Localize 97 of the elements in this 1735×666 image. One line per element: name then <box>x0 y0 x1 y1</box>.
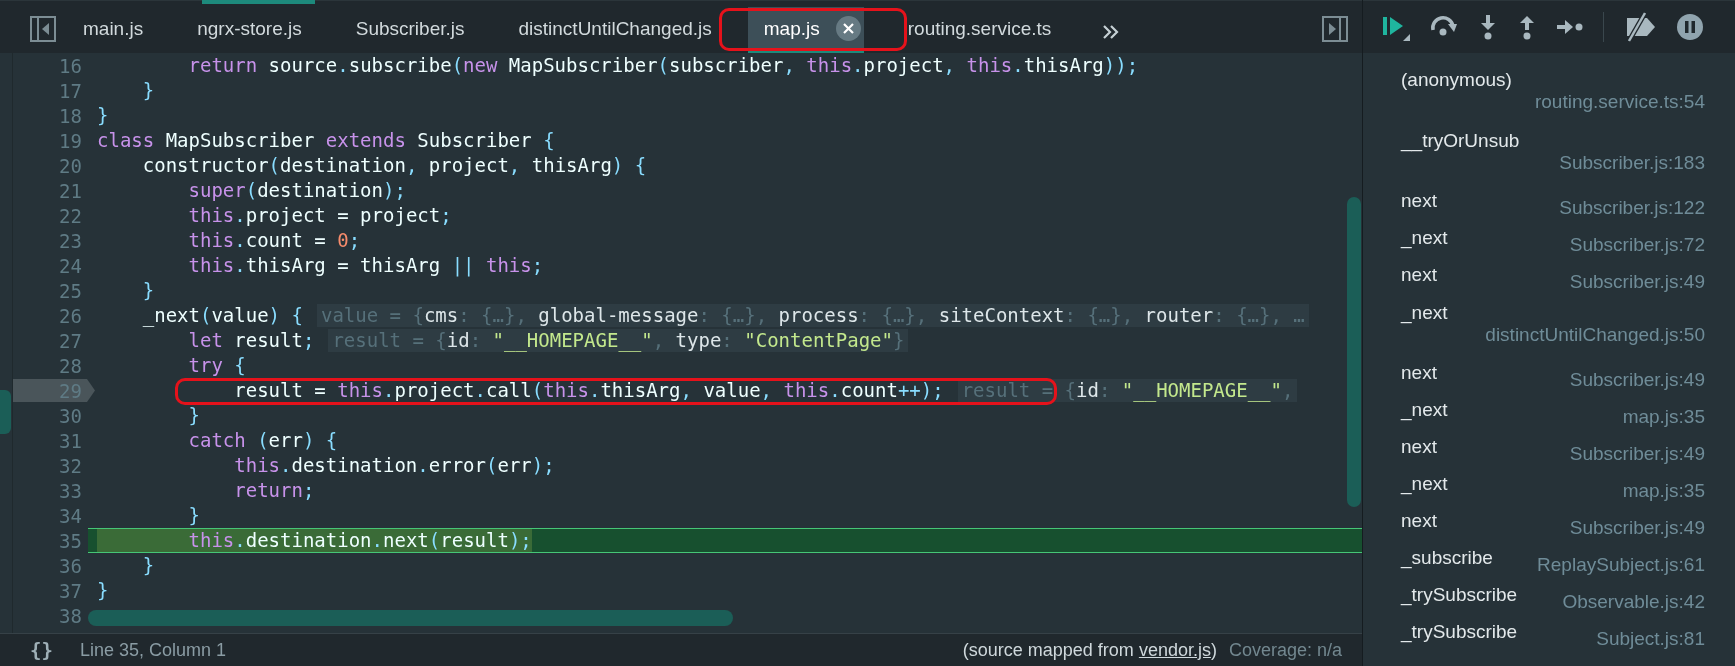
frame-location[interactable]: map.js:35 <box>1622 480 1705 502</box>
line-number: 35 <box>59 529 82 552</box>
scrollbar-thumb[interactable] <box>88 610 733 626</box>
frame-name[interactable]: _next <box>1401 472 1448 495</box>
code-line: } <box>97 579 109 602</box>
source-mapped-note: (source mapped from vendor.js) <box>962 639 1217 661</box>
frame-name[interactable]: next <box>1401 189 1437 212</box>
code-line: let result; <box>187 329 315 352</box>
frame-location[interactable]: Subscriber.js:49 <box>1569 517 1705 539</box>
panel-toggle-icon <box>1322 16 1348 42</box>
panel-toggle-icon <box>30 16 56 42</box>
line-number: 34 <box>59 504 82 527</box>
line-number: 36 <box>59 554 82 577</box>
frame-location[interactable]: Subscriber.js:49 <box>1569 271 1705 293</box>
line-number: 27 <box>59 329 82 352</box>
coverage-label: Coverage: n/a <box>1228 639 1342 661</box>
code-line: this.project = project; <box>187 204 452 227</box>
code-line: _next(value) { <box>141 304 303 327</box>
editor-tab[interactable]: ngrx-store.js <box>170 7 329 53</box>
line-number: 17 <box>59 79 82 102</box>
line-number: 31 <box>59 429 82 452</box>
frame-name[interactable]: _next <box>1401 226 1448 249</box>
line-number: 25 <box>59 279 82 302</box>
frame-name[interactable]: _next <box>1401 301 1705 324</box>
code-line: this.destination.error(err); <box>233 454 555 477</box>
frame-name[interactable]: next <box>1401 435 1437 458</box>
frame-name[interactable]: _subscribe <box>1401 546 1493 569</box>
navigator-toggle-button[interactable] <box>30 16 56 42</box>
frame-name[interactable]: _trySubscribe <box>1401 620 1518 643</box>
editor-tab[interactable]: main.js <box>56 7 171 53</box>
code-line: result = this.project.call(this.thisArg, value, this.count++); <box>233 379 944 402</box>
pause-icon <box>1676 13 1704 41</box>
line-number: 23 <box>59 229 82 252</box>
frame-name[interactable]: _trySubscribe <box>1401 583 1518 606</box>
code-line: return source.subscribe(new MapSubscriber(subscriber, this.project, this.thisArg)); <box>187 54 1139 77</box>
editor-tab[interactable]: map.js <box>747 7 864 53</box>
line-number: 28 <box>59 354 82 377</box>
scrollbar-thumb[interactable] <box>0 390 11 434</box>
code-line: } <box>141 554 155 577</box>
editor-tab[interactable]: Subscriber.js <box>328 7 492 53</box>
frame-location[interactable]: Subject.js:81 <box>1596 628 1705 650</box>
debugger-toggle-button[interactable] <box>1322 16 1348 42</box>
frame-location[interactable]: Subscriber.js:122 <box>1559 197 1705 219</box>
line-number: 33 <box>59 479 82 502</box>
line-number: 26 <box>59 304 82 327</box>
editor-tab[interactable]: distinctUntilChanged.js <box>491 7 739 53</box>
code-line: } <box>141 279 155 302</box>
line-number: 19 <box>59 129 82 152</box>
line-number: 30 <box>59 404 82 427</box>
line-number: 24 <box>59 254 82 277</box>
line-number: 18 <box>59 104 82 127</box>
line-number: 37 <box>59 579 82 602</box>
code-line: class MapSubscriber extends Subscriber { <box>97 129 555 152</box>
line-number: 20 <box>59 154 82 177</box>
frame-location[interactable]: distinctUntilChanged.js:50 <box>1485 323 1705 346</box>
line-number: 22 <box>59 204 82 227</box>
frame-name[interactable]: (anonymous) <box>1401 68 1705 91</box>
frame-name[interactable]: next <box>1401 509 1437 532</box>
line-number: 38 <box>59 604 82 627</box>
code-line: } <box>97 104 109 127</box>
code-line: } <box>187 404 200 427</box>
format-button[interactable]: {} <box>30 639 53 661</box>
cursor-position: Line 35, Column 1 <box>79 639 226 661</box>
frame-name[interactable]: _next <box>1401 398 1448 421</box>
frame-location[interactable]: ReplaySubject.js:61 <box>1537 554 1705 576</box>
frame-name[interactable]: next <box>1401 263 1437 286</box>
source-link[interactable]: vendor.js <box>1138 639 1211 660</box>
code-line: this.thisArg = thisArg || this; <box>187 254 544 277</box>
pause-button[interactable] <box>1676 13 1704 41</box>
frame-name[interactable]: __tryOrUnsub <box>1401 129 1705 152</box>
code-line: } <box>187 504 200 527</box>
frame-location[interactable]: Subscriber.js:72 <box>1569 234 1705 256</box>
code-line: catch (err) { <box>187 429 338 452</box>
frame-location[interactable]: routing.service.ts:54 <box>1534 90 1705 113</box>
frame-location[interactable]: Subscriber.js:49 <box>1569 443 1705 465</box>
frame-location[interactable]: Observable.js:42 <box>1562 591 1705 613</box>
frame-name[interactable]: next <box>1401 361 1437 384</box>
more-tabs-button[interactable] <box>1102 24 1121 40</box>
breakpoint-marker[interactable] <box>13 379 95 402</box>
frame-location[interactable]: Subscriber.js:49 <box>1569 369 1705 391</box>
double-chevron-icon <box>1102 24 1121 40</box>
line-number: 32 <box>59 454 82 477</box>
frame-location[interactable]: Subscriber.js:183 <box>1559 151 1705 174</box>
code-line: return; <box>233 479 315 502</box>
step-button[interactable] <box>1556 17 1584 37</box>
code-line: super(destination); <box>187 179 406 202</box>
code-line: } <box>141 79 155 102</box>
code-line: constructor(destination, project, thisArg) { <box>141 154 647 177</box>
line-number: 16 <box>59 54 82 77</box>
step-icon <box>1556 17 1584 37</box>
code-line: this.count = 0; <box>187 229 361 252</box>
line-number: 21 <box>59 179 82 202</box>
editor-tab[interactable]: routing.service.ts <box>880 7 1079 53</box>
scrollbar-thumb[interactable] <box>1347 197 1361 507</box>
frame-location[interactable]: map.js:35 <box>1622 406 1705 428</box>
close-icon[interactable] <box>835 16 861 41</box>
code-line: try { <box>187 354 246 377</box>
